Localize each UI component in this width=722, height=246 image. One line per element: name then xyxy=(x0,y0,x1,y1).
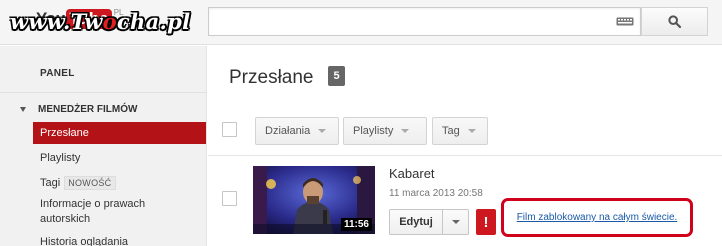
collapse-triangle-icon xyxy=(20,107,26,112)
chevron-down-icon xyxy=(401,129,410,133)
select-all-checkbox[interactable] xyxy=(222,122,237,137)
watermark-left: www.Tw xyxy=(10,9,103,34)
blocked-worldwide-link[interactable]: Film zablokowany na całym świecie. xyxy=(517,212,678,223)
chevron-down-icon xyxy=(318,129,327,133)
tag-label: Tag xyxy=(442,125,460,137)
video-upload-date: 11 marca 2013 20:58 xyxy=(389,188,483,199)
actions-dropdown[interactable]: Działania xyxy=(255,117,339,145)
sidebar: PANEL MENEDŻER FILMÓW Przesłane Playlist… xyxy=(0,46,207,246)
edit-button[interactable]: Edytuj xyxy=(389,209,443,235)
video-duration: 11:56 xyxy=(340,218,372,231)
search-input[interactable] xyxy=(208,7,641,36)
sidebar-item-history[interactable]: Historia oglądania xyxy=(40,236,128,246)
video-manager-label: MENEDŻER FILMÓW xyxy=(38,104,138,115)
sidebar-item-copyright-line2[interactable]: autorskich xyxy=(40,213,90,225)
edit-options-dropdown[interactable] xyxy=(442,209,469,235)
top-bar: You Tube PL www.Twocha.pl xyxy=(0,0,722,45)
sidebar-item-label: Tagi xyxy=(40,177,61,189)
sidebar-item-uploads[interactable]: Przesłane xyxy=(33,122,206,144)
video-row-checkbox[interactable] xyxy=(222,191,237,206)
playlists-dropdown[interactable]: Playlisty xyxy=(343,117,427,145)
search-icon xyxy=(668,15,681,28)
chevron-down-icon xyxy=(467,129,476,133)
video-title-link[interactable]: Kabaret xyxy=(389,166,435,181)
blocked-notice-highlight: Film zablokowany na całym świecie. xyxy=(501,198,693,237)
warning-icon[interactable]: ! xyxy=(476,209,496,235)
toolbar-divider xyxy=(208,155,722,156)
video-manager-section[interactable]: MENEDŻER FILMÓW xyxy=(20,104,137,115)
actions-label: Działania xyxy=(265,125,311,137)
upload-count-badge: 5 xyxy=(328,66,345,86)
chevron-down-icon xyxy=(451,220,460,224)
new-badge: NOWOŚĆ xyxy=(64,176,116,190)
watermark-o: o xyxy=(102,9,117,34)
sidebar-item-tags[interactable]: Tagi NOWOŚĆ xyxy=(40,176,116,190)
keyboard-icon[interactable] xyxy=(616,17,634,26)
tag-dropdown[interactable]: Tag xyxy=(432,117,488,145)
search-button[interactable] xyxy=(641,7,708,36)
video-thumbnail[interactable]: 11:56 xyxy=(253,166,375,234)
sidebar-item-copyright[interactable]: Informacje o prawach xyxy=(40,198,145,210)
sidebar-panel-link[interactable]: PANEL xyxy=(40,68,75,79)
page-title: Przesłane xyxy=(229,67,314,88)
watermark-right: cha.pl xyxy=(116,9,191,34)
sidebar-divider xyxy=(0,92,206,93)
watermark: www.Twocha.pl xyxy=(10,9,190,34)
playlists-label: Playlisty xyxy=(353,125,394,137)
sidebar-item-playlists[interactable]: Playlisty xyxy=(40,152,80,164)
